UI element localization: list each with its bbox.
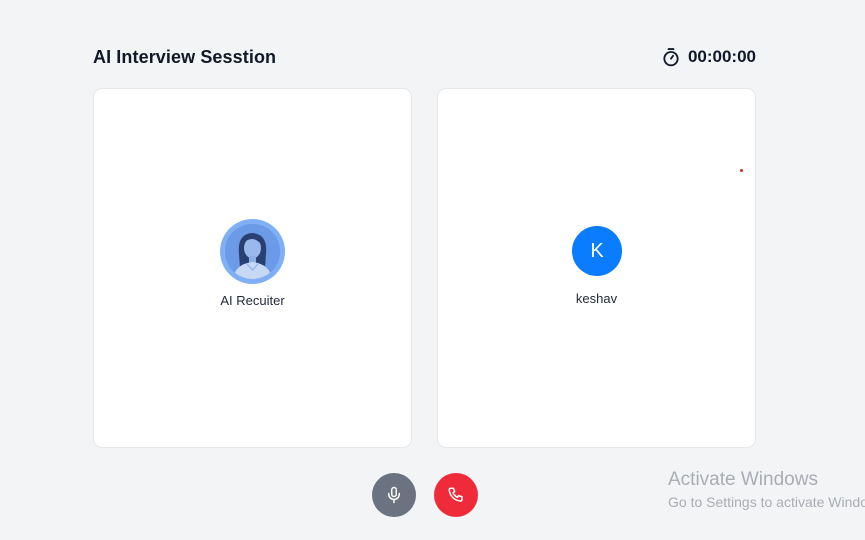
session-timer: 00:00:00 bbox=[661, 47, 756, 67]
end-call-button[interactable] bbox=[434, 473, 478, 517]
watermark-subtitle: Go to Settings to activate Windows. bbox=[668, 494, 865, 510]
header: AI Interview Sesstion 00:00:00 bbox=[93, 44, 756, 70]
interview-page: AI Interview Sesstion 00:00:00 AI Recuit… bbox=[0, 0, 865, 540]
timer-value: 00:00:00 bbox=[687, 47, 756, 66]
call-controls bbox=[372, 473, 478, 517]
recruiter-avatar-icon bbox=[225, 224, 280, 279]
stopwatch-icon bbox=[663, 48, 679, 67]
page-title: AI Interview Sesstion bbox=[93, 46, 277, 67]
user-name: keshav bbox=[575, 291, 618, 306]
user-avatar: K bbox=[572, 226, 622, 276]
avatar bbox=[220, 219, 285, 284]
ai-recruiter-name: AI Recuiter bbox=[220, 293, 285, 308]
mic-button[interactable] bbox=[372, 473, 416, 517]
ai-recruiter-tile: AI Recuiter bbox=[93, 88, 412, 448]
microphone-icon bbox=[388, 486, 400, 504]
activate-windows-watermark: Activate Windows Go to Settings to activ… bbox=[668, 469, 865, 512]
recording-dot bbox=[740, 169, 743, 172]
candidate-tile: K keshav bbox=[437, 88, 756, 448]
watermark-title: Activate Windows bbox=[668, 469, 818, 490]
phone-hangup-icon bbox=[448, 487, 463, 502]
